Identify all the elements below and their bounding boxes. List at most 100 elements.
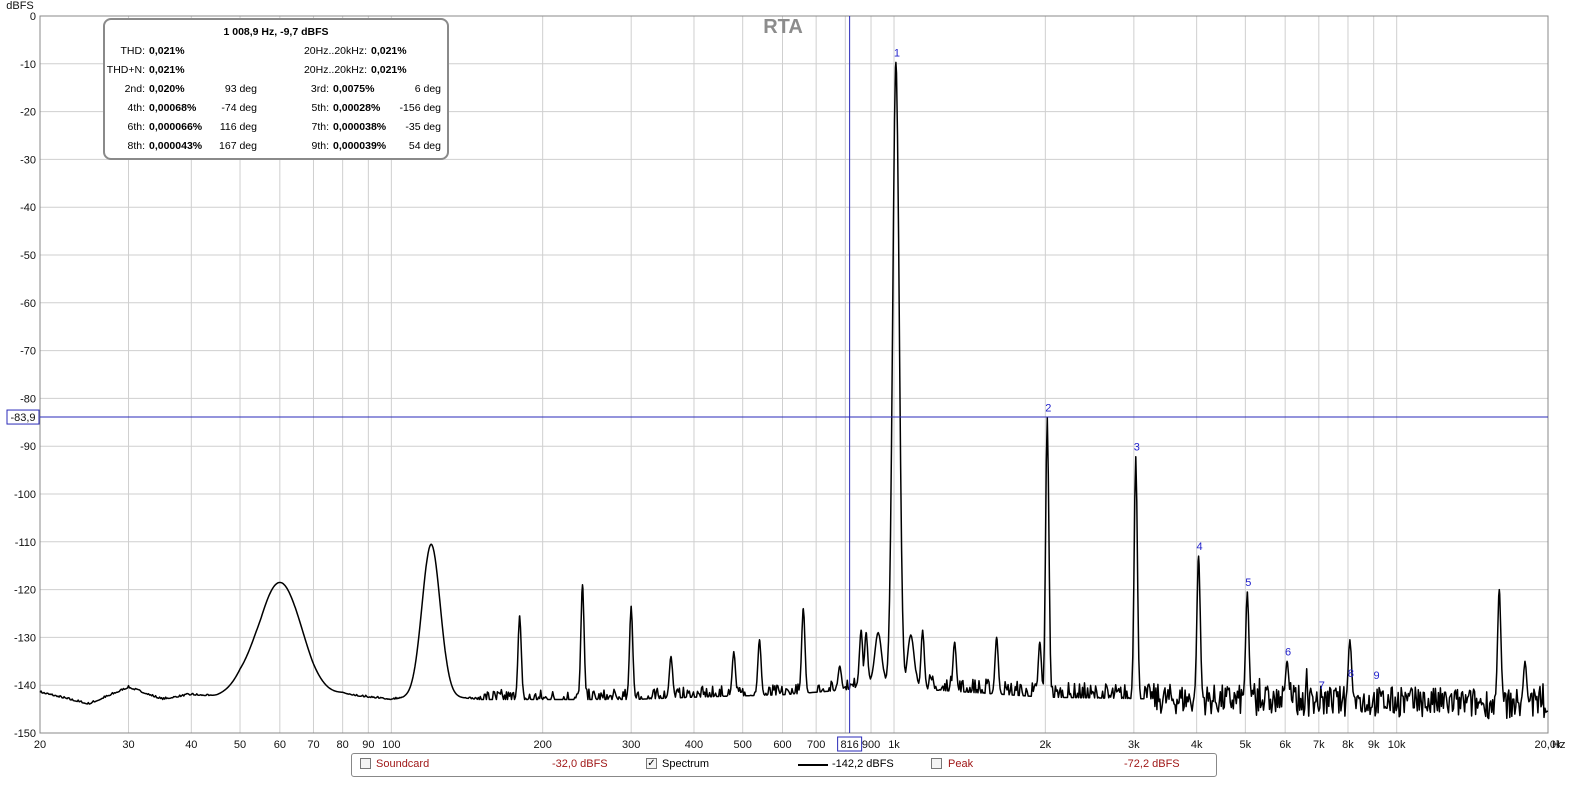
x-tick-label: 20 — [34, 739, 46, 751]
spectrum-checkbox[interactable]: ✓ — [646, 758, 657, 769]
cursor-x-readout: 816 — [837, 736, 863, 752]
harmonic-label: 3rd: — [310, 83, 329, 95]
x-tick-label: 50 — [234, 739, 246, 751]
harmonic-phase: 6 deg — [414, 83, 441, 95]
y-tick-label: -110 — [15, 537, 36, 549]
thdn-label: THD+N: — [106, 64, 145, 76]
x-tick-label: 20,0k — [1535, 739, 1562, 751]
svg-text:-83,9: -83,9 — [10, 412, 35, 424]
x-tick-label: 900 — [862, 739, 880, 751]
x-tick-label: 6k — [1279, 739, 1291, 751]
harmonic-row: 4th: 0,00068% -74 deg 5th: 0,00028% -156… — [105, 102, 447, 118]
thdn-range-value: 0,021% — [371, 64, 407, 76]
x-ticks: 20 30 40 50 60 70 80 90 100 200 300 400 500 600 700 900… — [34, 739, 1562, 751]
x-tick-label: 500 — [734, 739, 752, 751]
x-tick-label: 90 — [362, 739, 374, 751]
soundcard-value: -32,0 dBFS — [552, 758, 608, 770]
thd-value: 0,021% — [149, 45, 185, 57]
y-tick-label: -90 — [20, 441, 36, 453]
harmonic-phase: 54 deg — [408, 140, 441, 152]
spectrum-line-swatch — [798, 764, 828, 766]
soundcard-checkbox[interactable] — [360, 758, 371, 769]
y-tick-label: -60 — [20, 298, 36, 310]
x-tick-label: 1k — [888, 739, 900, 751]
spectrum-series-line — [39, 61, 1549, 720]
x-tick-label: 60 — [274, 739, 286, 751]
harmonic-label: 8th: — [127, 140, 145, 152]
harmonic-marker-label: 7 — [1319, 680, 1325, 692]
y-tick-label: -10 — [20, 59, 36, 71]
y-tick-label: 0 — [30, 11, 36, 23]
y-tick-label: -140 — [14, 680, 36, 692]
x-tick-label: 5k — [1240, 739, 1252, 751]
peak-checkbox[interactable] — [931, 758, 942, 769]
x-tick-label: 300 — [622, 739, 640, 751]
harmonic-label: 4th: — [127, 102, 145, 114]
y-ticks: 0 -10 -20 -30 -40 -50 -60 -70 -80 -90 -100 -110 -120… — [14, 11, 36, 740]
x-tick-label: 3k — [1128, 739, 1140, 751]
harmonic-phase: 116 deg — [219, 121, 257, 133]
harmonic-value: 0,00068% — [149, 102, 197, 114]
harmonic-value: 0,020% — [149, 83, 185, 95]
x-tick-label: 700 — [807, 739, 825, 751]
y-tick-label: -50 — [20, 250, 36, 262]
spectrum-label: Spectrum — [662, 758, 710, 770]
harmonic-marker-label: 3 — [1134, 442, 1140, 454]
thdn-row: THD+N: 0,021% 20Hz..20kHz: 0,021% — [105, 64, 447, 80]
cursor-y-readout: -83,9 — [6, 409, 40, 425]
x-tick-label: 7k — [1313, 739, 1325, 751]
svg-text:816: 816 — [840, 739, 858, 751]
x-tick-label: 80 — [337, 739, 349, 751]
y-tick-label: -20 — [20, 107, 36, 119]
chart-title: RTA — [763, 16, 803, 38]
harmonic-value: 0,000066% — [149, 121, 203, 133]
harmonic-value: 0,000038% — [333, 121, 387, 133]
harmonic-label: 5th: — [311, 102, 329, 114]
harmonic-marker-label: 5 — [1245, 577, 1251, 589]
x-tick-label: 2k — [1040, 739, 1052, 751]
harmonic-marker-label: 6 — [1285, 646, 1291, 658]
x-tick-label: 600 — [773, 739, 791, 751]
y-tick-label: -30 — [20, 154, 36, 166]
harmonic-label: 7th: — [311, 121, 329, 133]
harmonic-label: 9th: — [311, 140, 329, 152]
thd-range-value: 0,021% — [371, 45, 407, 57]
peak-value: -72,2 dBFS — [1124, 758, 1180, 770]
spectrum-value: -142,2 dBFS — [832, 758, 894, 770]
harmonic-row: 2nd: 0,020% 93 deg 3rd: 0,0075% 6 deg — [105, 83, 447, 99]
x-tick-label: 200 — [533, 739, 551, 751]
thdn-value: 0,021% — [149, 64, 185, 76]
harmonic-phase: -35 deg — [405, 121, 441, 133]
x-tick-label: 40 — [185, 739, 197, 751]
x-tick-label: 10k — [1388, 739, 1406, 751]
harmonic-value: 0,000039% — [333, 140, 387, 152]
harmonic-label: 6th: — [127, 121, 145, 133]
distortion-panel[interactable]: 1 008,9 Hz, -9,7 dBFS THD: 0,021% 20Hz..… — [103, 18, 449, 160]
thd-range-label: 20Hz..20kHz: — [303, 45, 367, 57]
peak-label: Peak — [948, 758, 974, 770]
harmonic-marker-label: 1 — [894, 47, 900, 59]
y-tick-label: -120 — [14, 585, 36, 597]
x-tick-label: 30 — [122, 739, 134, 751]
harmonic-value: 0,000043% — [149, 140, 203, 152]
x-tick-label: 8k — [1342, 739, 1354, 751]
harmonic-phase: -74 deg — [221, 102, 257, 114]
harmonic-phase: 167 deg — [219, 140, 257, 152]
y-tick-label: -80 — [20, 393, 36, 405]
x-tick-label: 100 — [382, 739, 400, 751]
y-tick-label: -40 — [20, 202, 36, 214]
fundamental-readout: 1 008,9 Hz, -9,7 dBFS — [223, 26, 329, 38]
harmonic-marker-label: 2 — [1045, 403, 1051, 415]
harmonic-markers: 1 2 3 4 5 6 7 8 9 — [894, 47, 1380, 691]
thd-row: THD: 0,021% 20Hz..20kHz: 0,021% — [105, 45, 447, 61]
thdn-range-label: 20Hz..20kHz: — [303, 64, 367, 76]
harmonic-value: 0,0075% — [333, 83, 375, 95]
x-tick-label: 70 — [307, 739, 319, 751]
harmonic-phase: 93 deg — [224, 83, 257, 95]
y-tick-label: -70 — [20, 346, 36, 358]
harmonic-marker-label: 9 — [1374, 670, 1380, 682]
thd-label: THD: — [120, 45, 146, 57]
legend-bar: Soundcard -32,0 dBFS ✓ Spectrum -142,2 d… — [351, 753, 1217, 777]
harmonic-row: 8th: 0,000043% 167 deg 9th: 0,000039% 54… — [105, 140, 447, 156]
y-tick-label: -150 — [14, 728, 36, 740]
